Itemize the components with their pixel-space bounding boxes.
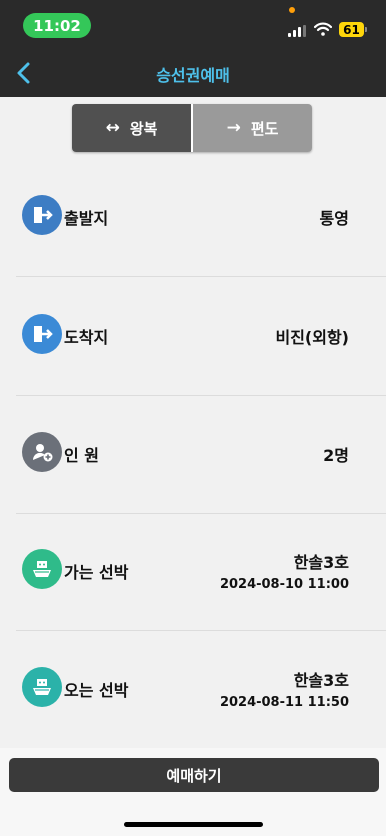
battery-tip (365, 27, 367, 32)
reserve-button[interactable]: 예매하기 (9, 758, 379, 792)
return-ship-name: 한솔3호 (293, 671, 349, 690)
one-way-label: 편도 (250, 119, 279, 138)
arrival-label: 도착지 (64, 328, 109, 347)
return-ship-row[interactable]: 오는 선박 한솔3호 2024-08-11 11:50 (16, 630, 386, 749)
passengers-label: 인 원 (64, 446, 100, 465)
outbound-ship-value: 한솔3호 2024-08-10 11:00 (220, 549, 349, 592)
passengers-row[interactable]: 인 원 2명 (16, 395, 386, 514)
home-indicator[interactable] (124, 822, 263, 827)
outbound-ship-name: 한솔3호 (293, 553, 349, 572)
round-trip-button[interactable]: ↔ 왕복 (72, 104, 193, 152)
status-time: 11:02 (23, 13, 91, 38)
exit-door-icon (22, 195, 62, 235)
enter-door-icon (22, 314, 62, 354)
ship-icon (22, 667, 62, 707)
return-ship-label: 오는 선박 (64, 681, 129, 700)
outbound-ship-row[interactable]: 가는 선박 한솔3호 2024-08-10 11:00 (16, 512, 386, 631)
outbound-ship-datetime: 2024-08-10 11:00 (219, 577, 349, 592)
departure-label: 출발지 (64, 209, 109, 228)
privacy-indicator-icon (289, 7, 295, 13)
outbound-ship-label: 가는 선박 (64, 563, 129, 582)
trip-type-toggle: ↔ 왕복 → 편도 (72, 104, 312, 152)
battery-icon: 61 (339, 22, 364, 37)
one-way-button[interactable]: → 편도 (193, 104, 312, 152)
departure-row[interactable]: 출발지 통영 (16, 158, 386, 277)
ship-icon (22, 549, 62, 589)
round-trip-arrow-icon: ↔ (105, 118, 120, 138)
one-way-arrow-icon: → (226, 118, 241, 138)
add-person-icon (22, 432, 62, 472)
round-trip-label: 왕복 (129, 119, 158, 138)
return-ship-value: 한솔3호 2024-08-11 11:50 (220, 667, 349, 710)
header-bar: 11:02 61 승선권예매 (0, 0, 386, 97)
cellular-signal-icon (288, 25, 308, 37)
arrival-row[interactable]: 도착지 비진(외항) (16, 277, 386, 396)
page-title: 승선권예매 (156, 66, 230, 85)
passengers-value: 2명 (323, 446, 349, 465)
wifi-icon (314, 22, 332, 36)
departure-value: 통영 (319, 209, 349, 228)
return-ship-datetime: 2024-08-11 11:50 (219, 695, 349, 710)
arrival-value: 비진(외항) (275, 328, 349, 347)
